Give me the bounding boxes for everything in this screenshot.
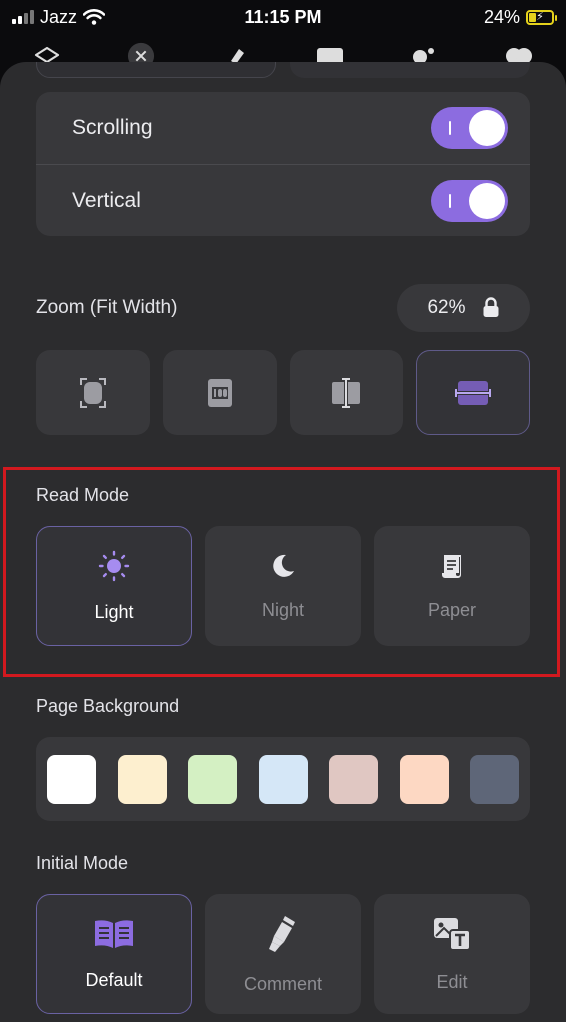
hidden-segment-right[interactable] — [290, 62, 530, 78]
initial-mode-title: Initial Mode — [36, 853, 129, 873]
battery-percent: 24% — [483, 6, 520, 27]
fit-height-icon — [332, 377, 361, 408]
vertical-row: Vertical — [36, 164, 530, 236]
marker-icon — [269, 915, 295, 952]
zoom-value-pill[interactable]: 62% — [397, 284, 530, 332]
read-mode-night-label: Night — [261, 599, 305, 620]
battery-icon: ⚡ — [526, 9, 557, 25]
swatch-cream[interactable] — [117, 754, 167, 804]
actual-size-button[interactable] — [162, 350, 277, 435]
hidden-segmented-control — [36, 62, 530, 78]
read-mode-paper-button[interactable]: Paper — [374, 526, 530, 646]
fit-page-icon — [79, 377, 106, 408]
zoom-row: Zoom (Fit Width) 62% — [36, 284, 530, 332]
edit-text-icon — [434, 917, 471, 951]
initial-mode-default-label: Default — [85, 969, 143, 990]
lock-icon[interactable] — [482, 297, 500, 319]
fit-page-button[interactable] — [36, 350, 150, 435]
read-mode-title: Read Mode — [36, 485, 130, 505]
initial-mode-options: Default Comment Edit — [36, 894, 530, 1014]
swatch-white[interactable] — [47, 754, 96, 804]
read-mode-light-label: Light — [94, 601, 134, 622]
status-right: 24% ⚡ — [483, 6, 557, 28]
swatch-blue[interactable] — [258, 754, 308, 804]
scrolling-toggle[interactable] — [431, 107, 508, 149]
zoom-mode-buttons — [36, 350, 530, 435]
carrier-name: Jazz — [40, 6, 78, 27]
scroll-settings-card: Scrolling Vertical — [36, 92, 530, 236]
swatch-green[interactable] — [188, 754, 237, 804]
scrolling-label: Scrolling — [72, 116, 153, 139]
initial-mode-default-button[interactable]: Default — [36, 894, 192, 1014]
swatch-rose[interactable] — [329, 754, 378, 804]
vertical-toggle[interactable] — [431, 179, 508, 222]
swatch-peach[interactable] — [399, 754, 449, 804]
sun-icon — [98, 550, 130, 581]
read-mode-night-button[interactable]: Night — [205, 526, 361, 646]
status-left: Jazz — [12, 6, 106, 28]
status-time: 11:15 PM — [244, 6, 322, 27]
zoom-value: 62% — [427, 297, 466, 318]
fit-width-icon — [455, 380, 492, 405]
read-mode-options: Light Night Paper — [36, 526, 530, 646]
wifi-icon — [83, 9, 106, 25]
cellular-signal-icon — [12, 10, 34, 24]
page-background-swatches — [36, 737, 530, 821]
status-bar: Jazz 11:15 PM 24% ⚡ — [0, 0, 566, 34]
read-mode-light-button[interactable]: Light — [36, 526, 192, 646]
fit-height-button[interactable] — [289, 350, 404, 435]
hidden-segment-left[interactable] — [36, 62, 276, 78]
settings-sheet: Scrolling Vertical Zoom (Fit Width) 62% — [0, 62, 566, 1022]
vertical-label: Vertical — [72, 188, 141, 212]
read-mode-paper-label: Paper — [427, 599, 477, 620]
fit-width-button[interactable] — [416, 350, 530, 435]
swatch-slate[interactable] — [470, 754, 519, 804]
page-background-title: Page Background — [36, 696, 180, 716]
scroll-icon — [442, 554, 461, 578]
moon-icon — [273, 554, 294, 577]
open-book-icon — [95, 919, 133, 948]
initial-mode-edit-button[interactable]: Edit — [374, 894, 530, 1014]
actual-size-icon — [207, 378, 232, 407]
initial-mode-comment-button[interactable]: Comment — [205, 894, 361, 1014]
initial-mode-edit-label: Edit — [436, 971, 468, 992]
initial-mode-comment-label: Comment — [243, 973, 323, 994]
zoom-label: Zoom (Fit Width) — [36, 297, 178, 318]
scrolling-row: Scrolling — [36, 92, 530, 164]
